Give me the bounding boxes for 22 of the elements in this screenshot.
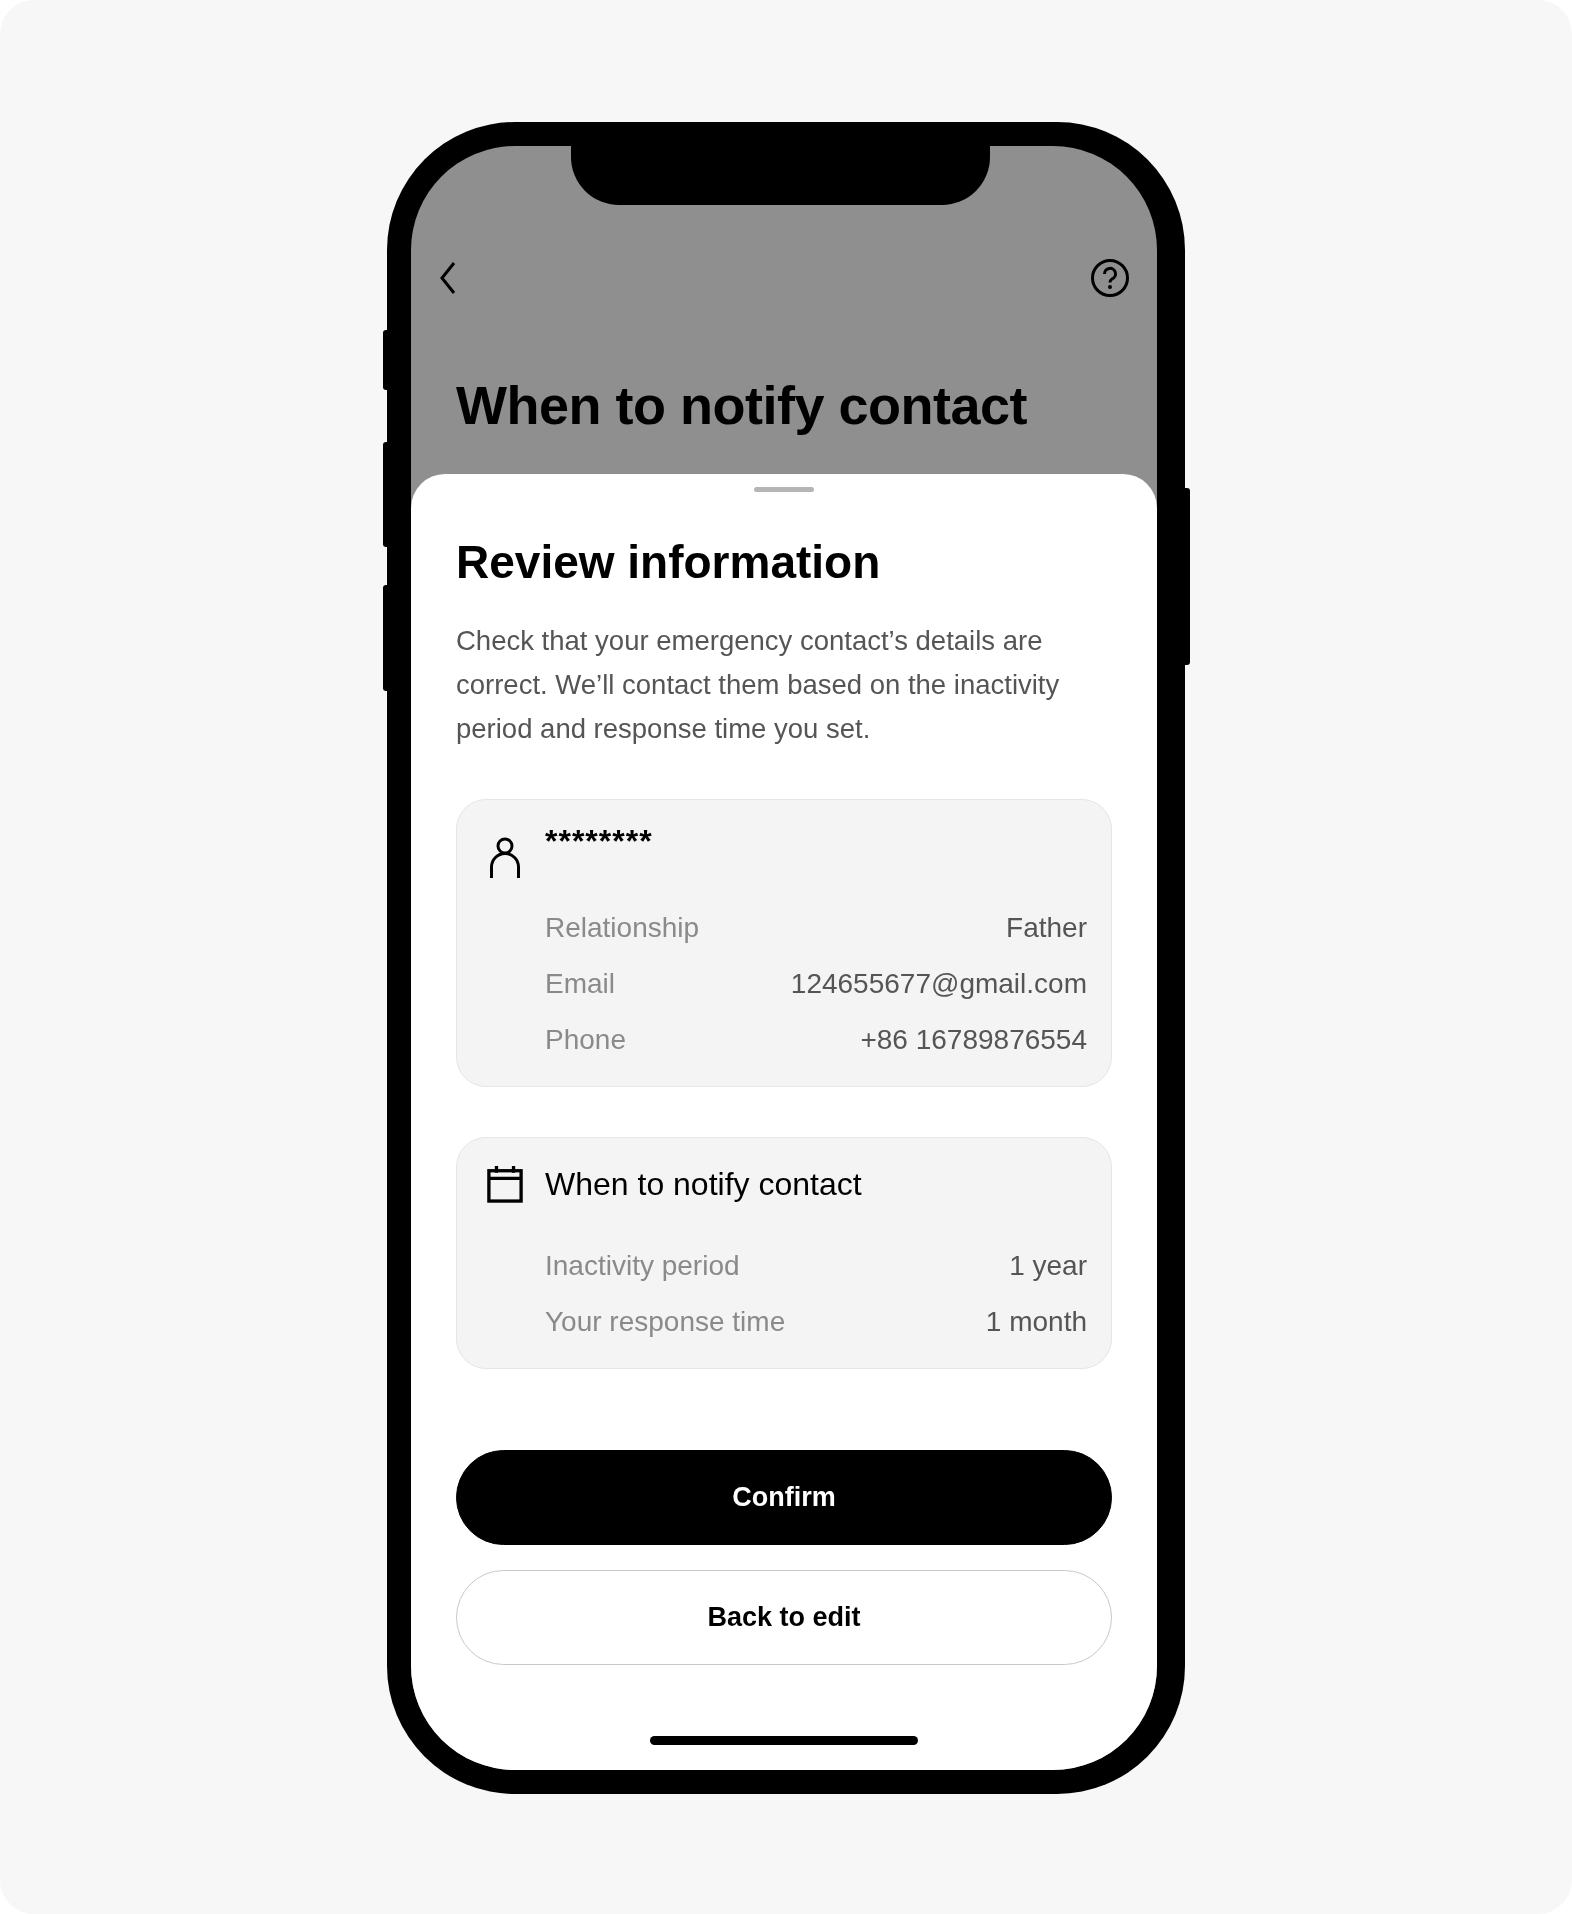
page-title: When to notify contact [456,374,1028,437]
help-icon[interactable] [1090,258,1130,298]
back-icon[interactable] [439,261,457,295]
confirm-button[interactable]: Confirm [456,1450,1112,1545]
detail-value: 124655677@gmail.com [790,968,1087,1000]
detail-label: Phone [545,1024,626,1056]
back-to-edit-button[interactable]: Back to edit [456,1570,1112,1665]
detail-label: Relationship [545,912,700,944]
card-title: ******** [545,822,653,861]
detail-value: Father [1006,912,1087,944]
detail-label: Your response time [545,1306,786,1338]
detail-value: 1 year [1009,1250,1087,1282]
card-title: When to notify contact [545,1165,862,1204]
detail-value: 1 month [985,1306,1087,1338]
detail-value: +86 16789876554 [860,1024,1087,1056]
sheet-description: Check that your emergency contact’s details are correct. We’ll contact them based on the inactivity period and response time you set. [456,624,1061,746]
drag-handle[interactable] [754,487,814,492]
detail-label: Inactivity period [545,1250,740,1282]
sheet-title: Review information [456,535,882,590]
detail-label: Email [545,968,615,1000]
calendar-icon [487,1164,523,1204]
person-icon [489,837,521,879]
